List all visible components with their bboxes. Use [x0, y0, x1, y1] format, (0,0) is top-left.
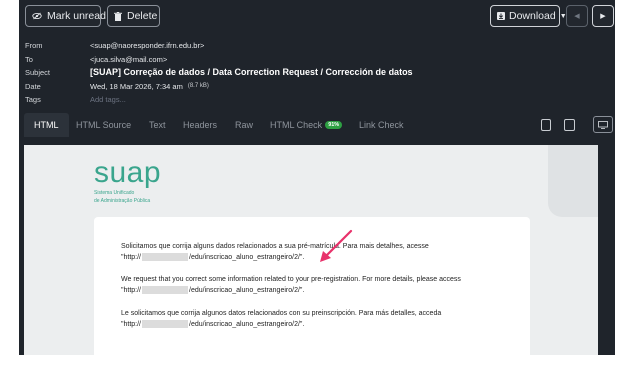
mobile-view-icon[interactable]: [541, 119, 551, 131]
download-label: Download: [509, 10, 556, 22]
download-icon: [497, 12, 505, 20]
delete-button[interactable]: Delete: [107, 5, 160, 27]
from-label: From: [25, 40, 43, 50]
mark-unread-button[interactable]: Mark unread: [25, 5, 106, 27]
suap-logo: suap Sistema Unificado de Administração …: [94, 156, 162, 205]
tab-link-check[interactable]: Link Check: [359, 113, 404, 137]
date-value: Wed, 18 Mar 2026, 7:34 am: [90, 81, 183, 91]
view-tabs: HTML HTML Source Text Headers Raw HTML C…: [19, 113, 615, 137]
email-body-preview: suap Sistema Unificado de Administração …: [24, 145, 598, 355]
logo-wordmark: suap: [94, 156, 162, 189]
message-size: (8.7 kB): [187, 83, 209, 89]
email-message-card: Solicitamos que corrija alguns dados rel…: [94, 217, 530, 355]
tab-html-source[interactable]: HTML Source: [76, 113, 131, 137]
tags-row: Tags Add tags...: [25, 93, 126, 105]
logo-subtitle-line1: Sistema Unificado: [94, 190, 135, 196]
html-check-score-badge: 91%: [325, 121, 343, 129]
tags-label: Tags: [25, 94, 41, 104]
mark-unread-label: Mark unread: [47, 10, 106, 22]
download-button[interactable]: Download ▼: [490, 5, 567, 27]
subject-value: [SUAP] Correção de dados / Data Correcti…: [90, 67, 413, 77]
tags-input[interactable]: Add tags...: [90, 95, 126, 104]
subject-row: Subject [SUAP] Correção de dados / Data …: [25, 66, 413, 78]
desktop-view-icon[interactable]: [593, 116, 613, 133]
tab-headers[interactable]: Headers: [183, 113, 217, 137]
toolbar: Mark unread Delete Download ▼ ◀ ▶: [19, 0, 615, 32]
tablet-view-icon[interactable]: [564, 119, 575, 131]
html-check-label: HTML Check: [270, 120, 323, 130]
date-label: Date: [25, 81, 41, 91]
next-message-button[interactable]: ▶: [592, 5, 614, 27]
tab-html-check[interactable]: HTML Check 91%: [270, 113, 343, 137]
tab-raw[interactable]: Raw: [235, 113, 253, 137]
delete-label: Delete: [127, 10, 158, 22]
logo-subtitle-line2: de Administração Pública: [94, 198, 151, 204]
to-value[interactable]: <juca.silva@mail.com>: [90, 55, 167, 64]
chevron-right-icon: ▶: [600, 13, 606, 20]
decorative-corner: [548, 145, 598, 217]
from-value[interactable]: <suap@naoresponder.ifrn.edu.br>: [90, 41, 204, 50]
subject-label: Subject: [25, 67, 51, 77]
date-row: Date Wed, 18 Mar 2026, 7:34 am (8.7 kB): [25, 80, 209, 92]
previous-message-button[interactable]: ◀: [566, 5, 588, 27]
from-row: From <suap@naoresponder.ifrn.edu.br>: [25, 39, 204, 51]
tab-html[interactable]: HTML: [24, 113, 69, 137]
chevron-left-icon: ◀: [574, 13, 580, 20]
trash-icon: [114, 11, 122, 21]
annotation-arrow-icon: [320, 229, 353, 262]
message-header: From <suap@naoresponder.ifrn.edu.br> To …: [19, 36, 615, 112]
to-row: To <juca.silva@mail.com>: [25, 53, 167, 65]
to-label: To: [25, 54, 33, 64]
tab-text[interactable]: Text: [149, 113, 166, 137]
eye-off-icon: [32, 12, 42, 20]
email-viewer: Mark unread Delete Download ▼ ◀ ▶ From <…: [19, 0, 615, 355]
